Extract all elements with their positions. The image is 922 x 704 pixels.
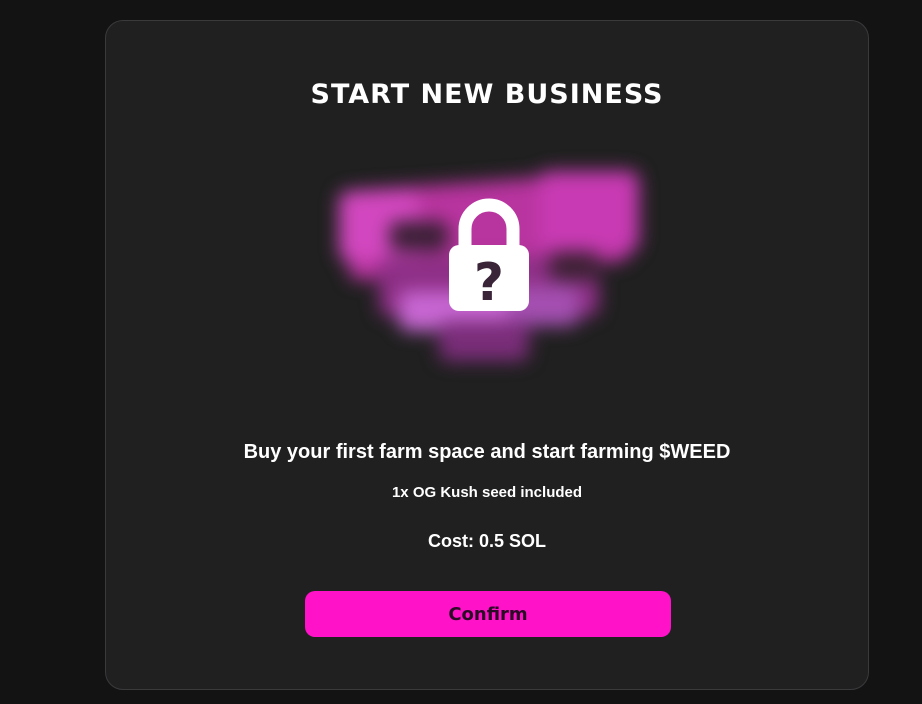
cost-label: Cost: 0.5 SOL xyxy=(427,531,547,551)
modal-title: START NEW BUSINESS xyxy=(310,79,664,110)
business-description: Buy your first farm space and start farm… xyxy=(243,441,731,463)
question-mark-icon: ? xyxy=(474,253,504,313)
start-business-modal: START NEW BUSINESS ? Buy your first farm… xyxy=(105,20,869,690)
seed-included-note: 1x OG Kush seed included xyxy=(391,484,583,501)
lock-question-icon: ? xyxy=(449,198,529,313)
locked-farm-preview: ? xyxy=(319,161,659,391)
confirm-button[interactable]: Confirm xyxy=(305,591,671,637)
